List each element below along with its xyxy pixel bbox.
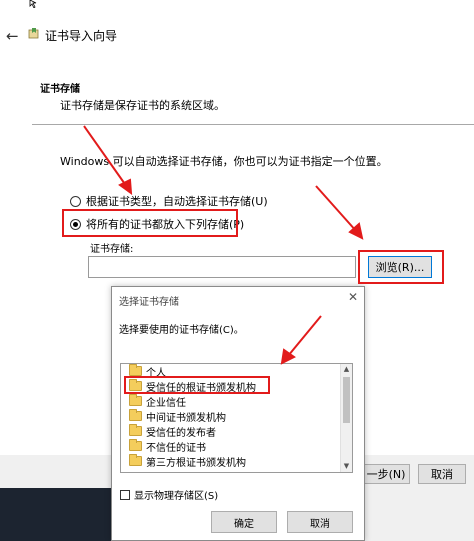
radio-manual-button[interactable] — [70, 218, 81, 230]
list-item-label: 不信任的证书 — [146, 442, 206, 454]
folder-icon — [129, 364, 142, 376]
list-item[interactable]: 第三方根证书颁发机构 — [129, 454, 246, 469]
radio-auto-label: 根据证书类型，自动选择证书存储(U) — [86, 195, 268, 208]
list-item-label: 企业信任 — [146, 397, 186, 409]
scroll-thumb[interactable] — [343, 377, 350, 423]
next-button[interactable]: 一步(N) — [362, 464, 410, 484]
folder-icon — [129, 424, 142, 436]
header-divider — [32, 124, 474, 125]
list-item-label: 第三方根证书颁发机构 — [146, 457, 246, 469]
taskbar-fragment — [0, 488, 112, 541]
list-item-label: 中间证书颁发机构 — [146, 412, 226, 424]
list-item[interactable]: 企业信任 — [129, 394, 186, 409]
intro-text: Windows 可以自动选择证书存储，你也可以为证书指定一个位置。 — [60, 155, 388, 168]
back-arrow-icon[interactable]: ← — [6, 27, 19, 45]
radio-manual-label: 将所有的证书都放入下列存储(P) — [86, 218, 245, 231]
folder-icon — [129, 379, 142, 391]
section-description: 证书存储是保存证书的系统区域。 — [60, 99, 225, 112]
wizard-title: 证书导入向导 — [45, 29, 118, 43]
list-scrollbar[interactable]: ▲ ▼ — [340, 364, 352, 472]
ok-button[interactable]: 确定 — [211, 511, 277, 533]
folder-icon — [129, 439, 142, 451]
folder-icon — [129, 454, 142, 466]
section-heading: 证书存储 — [40, 84, 80, 95]
show-physical-label: 显示物理存储区(S) — [134, 491, 219, 502]
show-physical-stores-option[interactable]: 显示物理存储区(S) — [120, 487, 218, 502]
certificate-store-field[interactable] — [88, 256, 356, 278]
scroll-down-icon[interactable]: ▼ — [341, 461, 352, 472]
dialog-cancel-button[interactable]: 取消 — [287, 511, 353, 533]
folder-icon — [129, 409, 142, 421]
select-store-dialog: 选择证书存储 ✕ 选择要使用的证书存储(C)。 个人 受信任的根证书颁发机构 企… — [111, 286, 365, 541]
wizard-cancel-button[interactable]: 取消 — [418, 464, 466, 484]
list-item[interactable]: 受信任的发布者 — [129, 424, 216, 439]
dialog-prompt: 选择要使用的证书存储(C)。 — [119, 325, 244, 336]
list-item[interactable]: 个人 — [129, 364, 166, 379]
scroll-up-icon[interactable]: ▲ — [341, 364, 352, 375]
close-icon[interactable]: ✕ — [348, 290, 358, 304]
show-physical-checkbox[interactable] — [120, 489, 130, 500]
list-item-label: 受信任的根证书颁发机构 — [146, 382, 256, 394]
list-item-label: 个人 — [146, 367, 166, 379]
radio-auto-button[interactable] — [70, 195, 81, 207]
radio-auto-select-store[interactable]: 根据证书类型，自动选择证书存储(U) — [70, 193, 268, 209]
certificate-icon — [28, 28, 39, 39]
radio-place-in-store[interactable]: 将所有的证书都放入下列存储(P) — [70, 216, 244, 232]
folder-icon — [129, 394, 142, 406]
list-item[interactable]: 中间证书颁发机构 — [129, 409, 226, 424]
browse-button[interactable]: 浏览(R)... — [368, 256, 432, 278]
mouse-cursor-icon — [29, 0, 37, 8]
list-item[interactable]: 不信任的证书 — [129, 439, 206, 454]
store-label: 证书存储: — [90, 244, 134, 255]
list-item[interactable]: 受信任的根证书颁发机构 — [129, 379, 256, 394]
store-listbox[interactable]: 个人 受信任的根证书颁发机构 企业信任 中间证书颁发机构 受信任的发布者 不信任… — [120, 363, 353, 473]
dialog-title: 选择证书存储 — [119, 297, 179, 308]
list-item-label: 受信任的发布者 — [146, 427, 216, 439]
